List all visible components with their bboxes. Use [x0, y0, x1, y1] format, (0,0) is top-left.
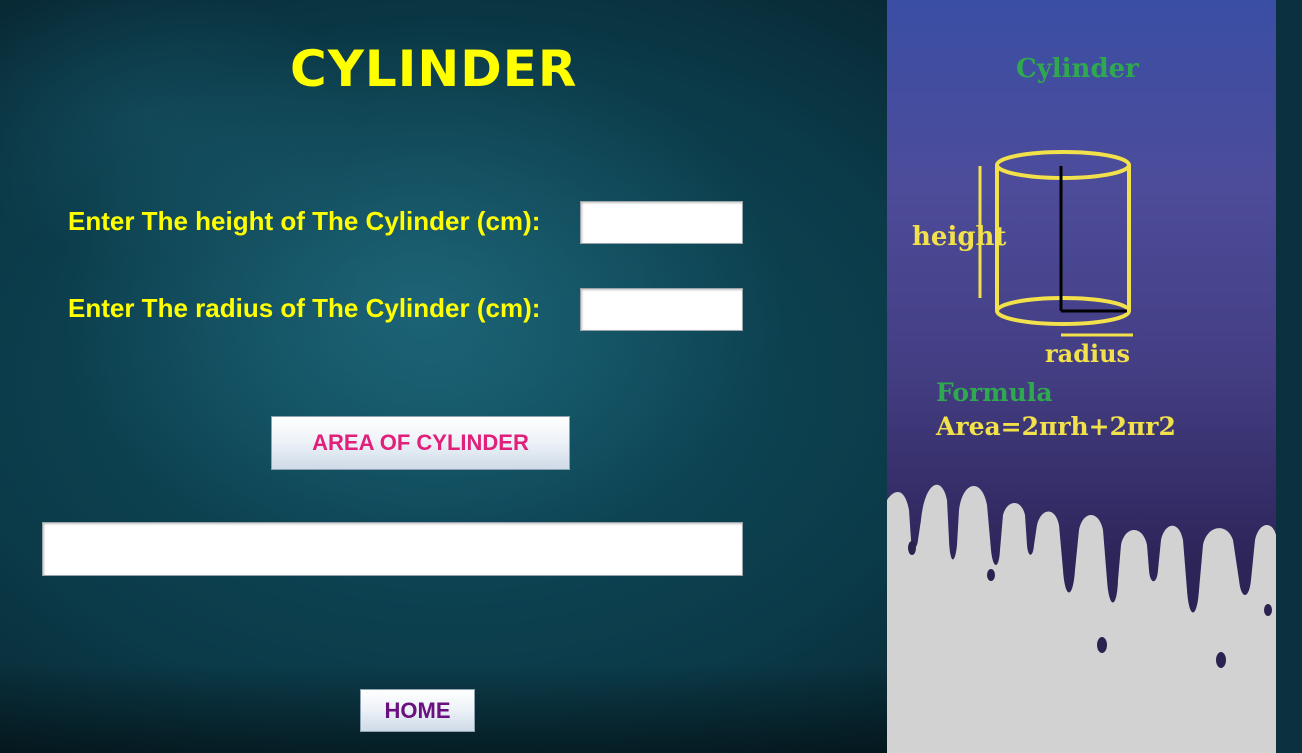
right-edge-strip	[1276, 0, 1302, 753]
height-input[interactable]	[580, 201, 743, 244]
info-title: Cylinder	[1016, 54, 1139, 84]
radius-label: Enter The radius of The Cylinder (cm):	[68, 293, 541, 323]
area-of-cylinder-button[interactable]: AREA OF CYLINDER	[271, 416, 570, 470]
height-label: Enter The height of The Cylinder (cm):	[68, 206, 541, 236]
paint-drip-decoration	[887, 484, 1276, 753]
formula-text: Area=2πrh+2πr2	[936, 412, 1176, 441]
info-panel: Cylinder height radius Formula Area=2πrh…	[887, 0, 1276, 753]
diagram-height-label: height	[912, 222, 1007, 252]
page-title: CYLINDER	[290, 40, 578, 98]
result-field	[42, 522, 743, 576]
radius-input[interactable]	[580, 288, 743, 331]
formula-heading: Formula	[936, 378, 1053, 407]
home-button[interactable]: HOME	[360, 689, 475, 732]
diagram-radius-label: radius	[1045, 339, 1131, 368]
main-panel	[0, 0, 887, 753]
